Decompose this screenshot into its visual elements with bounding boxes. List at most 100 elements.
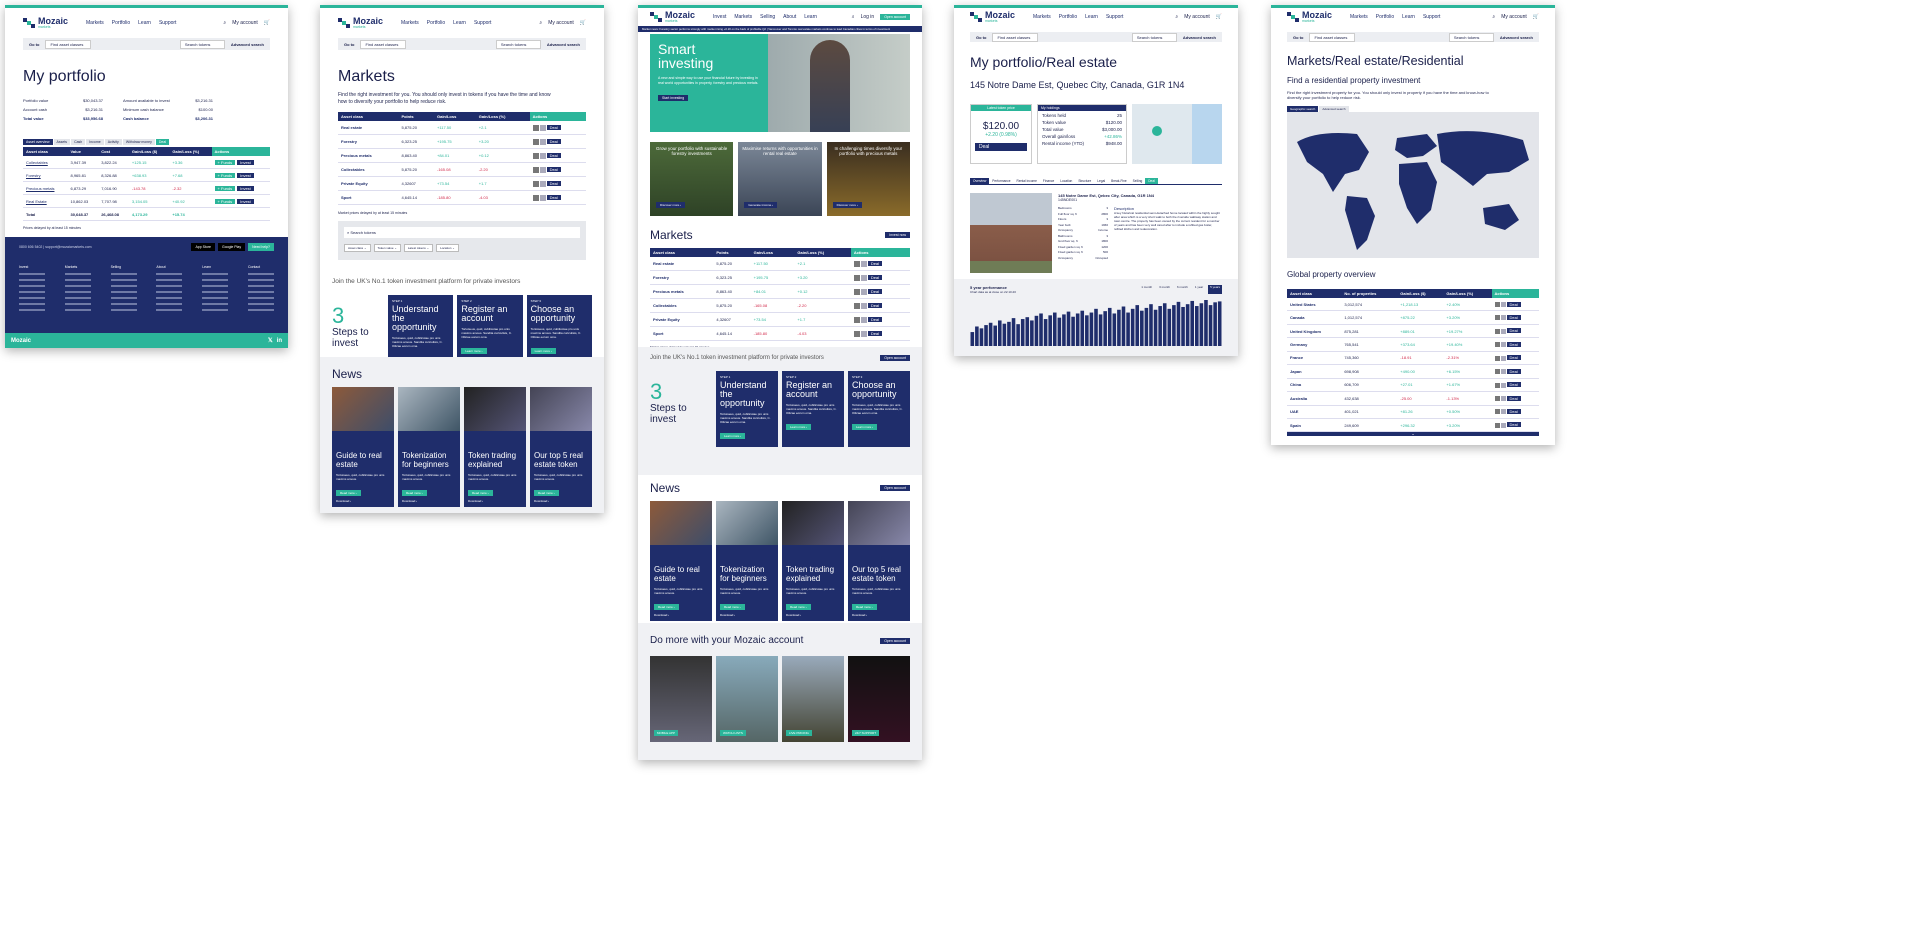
tab-overview[interactable]: Overview xyxy=(970,178,990,184)
nav-selling[interactable]: Selling xyxy=(760,14,775,20)
funds-button[interactable]: + Funds xyxy=(214,185,236,191)
country-link[interactable]: Spain xyxy=(1287,418,1342,433)
learn-more-button[interactable]: Learn more › xyxy=(461,348,487,354)
asset-link[interactable]: Sport xyxy=(650,326,714,341)
do-more-card[interactable]: WATCH LISTS xyxy=(716,656,778,742)
promo-button[interactable]: Discover more › xyxy=(832,202,862,208)
read-more-button[interactable]: Read more › xyxy=(468,490,493,496)
deal-button[interactable]: Deal xyxy=(867,302,883,308)
download-link[interactable]: Download › xyxy=(650,613,712,621)
property-photo[interactable] xyxy=(970,193,1052,273)
deal-button[interactable]: Deal xyxy=(546,124,561,130)
download-link[interactable]: Download › xyxy=(332,499,394,507)
asset-link[interactable]: Forestry xyxy=(650,270,714,285)
doc-icon[interactable] xyxy=(1500,342,1506,348)
doc-icon[interactable] xyxy=(1500,396,1506,401)
logo[interactable]: Mozaic markets xyxy=(23,17,68,29)
doc-icon[interactable] xyxy=(860,330,867,337)
nav-markets[interactable]: Markets xyxy=(1033,14,1051,20)
learn-more-button[interactable]: Learn more › xyxy=(852,424,878,430)
do-more-card[interactable]: MOBILE APP xyxy=(650,656,712,742)
doc-icon[interactable] xyxy=(539,138,546,145)
deal-button[interactable]: Deal xyxy=(1506,355,1521,361)
nav-support[interactable]: Support xyxy=(159,20,177,26)
news-image[interactable] xyxy=(716,501,778,545)
search-icon[interactable]: ⌕ xyxy=(852,14,855,20)
asset-link[interactable]: Precious metals xyxy=(338,148,399,163)
tab-break-fine[interactable]: Break-Fine xyxy=(1108,178,1130,184)
chart-icon[interactable] xyxy=(1494,328,1500,334)
search-input[interactable]: Search tokens xyxy=(179,39,225,49)
deal-button[interactable]: Deal xyxy=(867,330,883,336)
download-link[interactable]: Download › xyxy=(464,499,526,507)
doc-icon[interactable] xyxy=(1500,315,1506,321)
country-link[interactable]: UAE xyxy=(1287,405,1342,419)
chart-icon[interactable] xyxy=(1494,396,1500,401)
cart-icon[interactable]: 🛒 xyxy=(580,20,586,26)
asset-link[interactable]: Real estate xyxy=(650,257,714,271)
learn-more-button[interactable]: Learn more › xyxy=(786,424,812,430)
asset-link[interactable]: Sport xyxy=(338,190,399,205)
read-more-button[interactable]: Read more › xyxy=(852,604,877,610)
chart-icon[interactable] xyxy=(1494,355,1500,361)
search-icon[interactable]: ⌕ xyxy=(1175,14,1178,20)
read-more-button[interactable]: Read more › xyxy=(786,604,811,610)
nav-account[interactable]: My account xyxy=(1501,14,1527,20)
doc-icon[interactable] xyxy=(539,166,546,173)
doc-icon[interactable] xyxy=(860,288,867,295)
footer-contact[interactable]: 0800 606 5402 | support@mozaicmarkets.co… xyxy=(19,245,92,249)
tab-income[interactable]: Income xyxy=(86,139,104,145)
country-link[interactable]: Germany xyxy=(1287,337,1342,352)
country-link[interactable]: Australia xyxy=(1287,391,1342,406)
funds-button[interactable]: + Funds xyxy=(214,198,236,204)
chart-icon[interactable] xyxy=(532,138,539,145)
nav-invest[interactable]: Invest xyxy=(713,14,726,20)
nav-account[interactable]: My account xyxy=(548,20,574,26)
deal-button[interactable]: Deal xyxy=(1506,341,1521,347)
world-map[interactable] xyxy=(1287,112,1539,258)
home-join-button[interactable]: Open account xyxy=(880,355,910,361)
deal-button[interactable]: Deal xyxy=(867,316,883,322)
chart-icon[interactable] xyxy=(532,124,539,131)
chart-icon[interactable] xyxy=(1494,382,1500,388)
nav-learn[interactable]: Learn xyxy=(138,20,151,26)
search-input[interactable]: Search tokens xyxy=(1131,32,1177,42)
nav-portfolio[interactable]: Portfolio xyxy=(1376,14,1394,20)
asset-link[interactable]: Precious metals xyxy=(650,284,714,299)
logo[interactable]: Mozaic markets xyxy=(970,11,1015,23)
advanced-search-link[interactable]: Advanced search xyxy=(231,42,264,47)
chart-icon[interactable] xyxy=(532,180,539,187)
doc-icon[interactable] xyxy=(539,152,546,159)
footer-logo[interactable]: Mozaic xyxy=(11,338,31,344)
promo-card[interactable]: Grow your portfolio with sustainable for… xyxy=(650,142,734,216)
advanced-search-link[interactable]: Advanced search xyxy=(1183,35,1216,40)
deal-button[interactable]: Deal xyxy=(546,166,561,172)
footer-column-title[interactable]: Markets xyxy=(65,265,91,269)
learn-more-button[interactable]: Learn more › xyxy=(530,348,556,354)
need-help-button[interactable]: Need help? xyxy=(248,243,274,251)
news-image[interactable] xyxy=(530,387,592,431)
doc-icon[interactable] xyxy=(1500,301,1506,307)
filter-select[interactable]: Token value ⌄ xyxy=(373,244,401,252)
nav-learn[interactable]: Learn xyxy=(453,20,466,26)
deal-button[interactable]: Deal xyxy=(546,138,561,144)
country-link[interactable]: Japan xyxy=(1287,364,1342,379)
download-link[interactable]: Download › xyxy=(782,613,844,621)
start-investing-button[interactable]: Start investing xyxy=(658,95,689,101)
asset-class-select[interactable]: Find asset classes xyxy=(45,39,92,49)
read-more-button[interactable]: Read more › xyxy=(402,490,427,496)
doc-icon[interactable] xyxy=(1500,422,1506,428)
tab-assets[interactable]: Assets xyxy=(53,139,71,145)
filter-select[interactable]: Latest tokens ⌄ xyxy=(403,244,434,252)
cart-icon[interactable]: 🛒 xyxy=(1216,14,1222,20)
funds-button[interactable]: + Funds xyxy=(214,172,236,178)
range-1[interactable]: 3 month xyxy=(1157,285,1172,294)
download-link[interactable]: Download › xyxy=(848,613,910,621)
asset-class-select[interactable]: Find asset classes xyxy=(992,32,1039,42)
deal-button[interactable]: Deal xyxy=(975,143,1027,151)
advanced-search-link[interactable]: Advanced search xyxy=(547,42,580,47)
invest-button[interactable]: Invest xyxy=(237,172,254,178)
tab-activity[interactable]: Activity xyxy=(104,139,122,145)
doc-icon[interactable] xyxy=(1500,328,1506,334)
country-link[interactable]: Canada xyxy=(1287,310,1342,325)
